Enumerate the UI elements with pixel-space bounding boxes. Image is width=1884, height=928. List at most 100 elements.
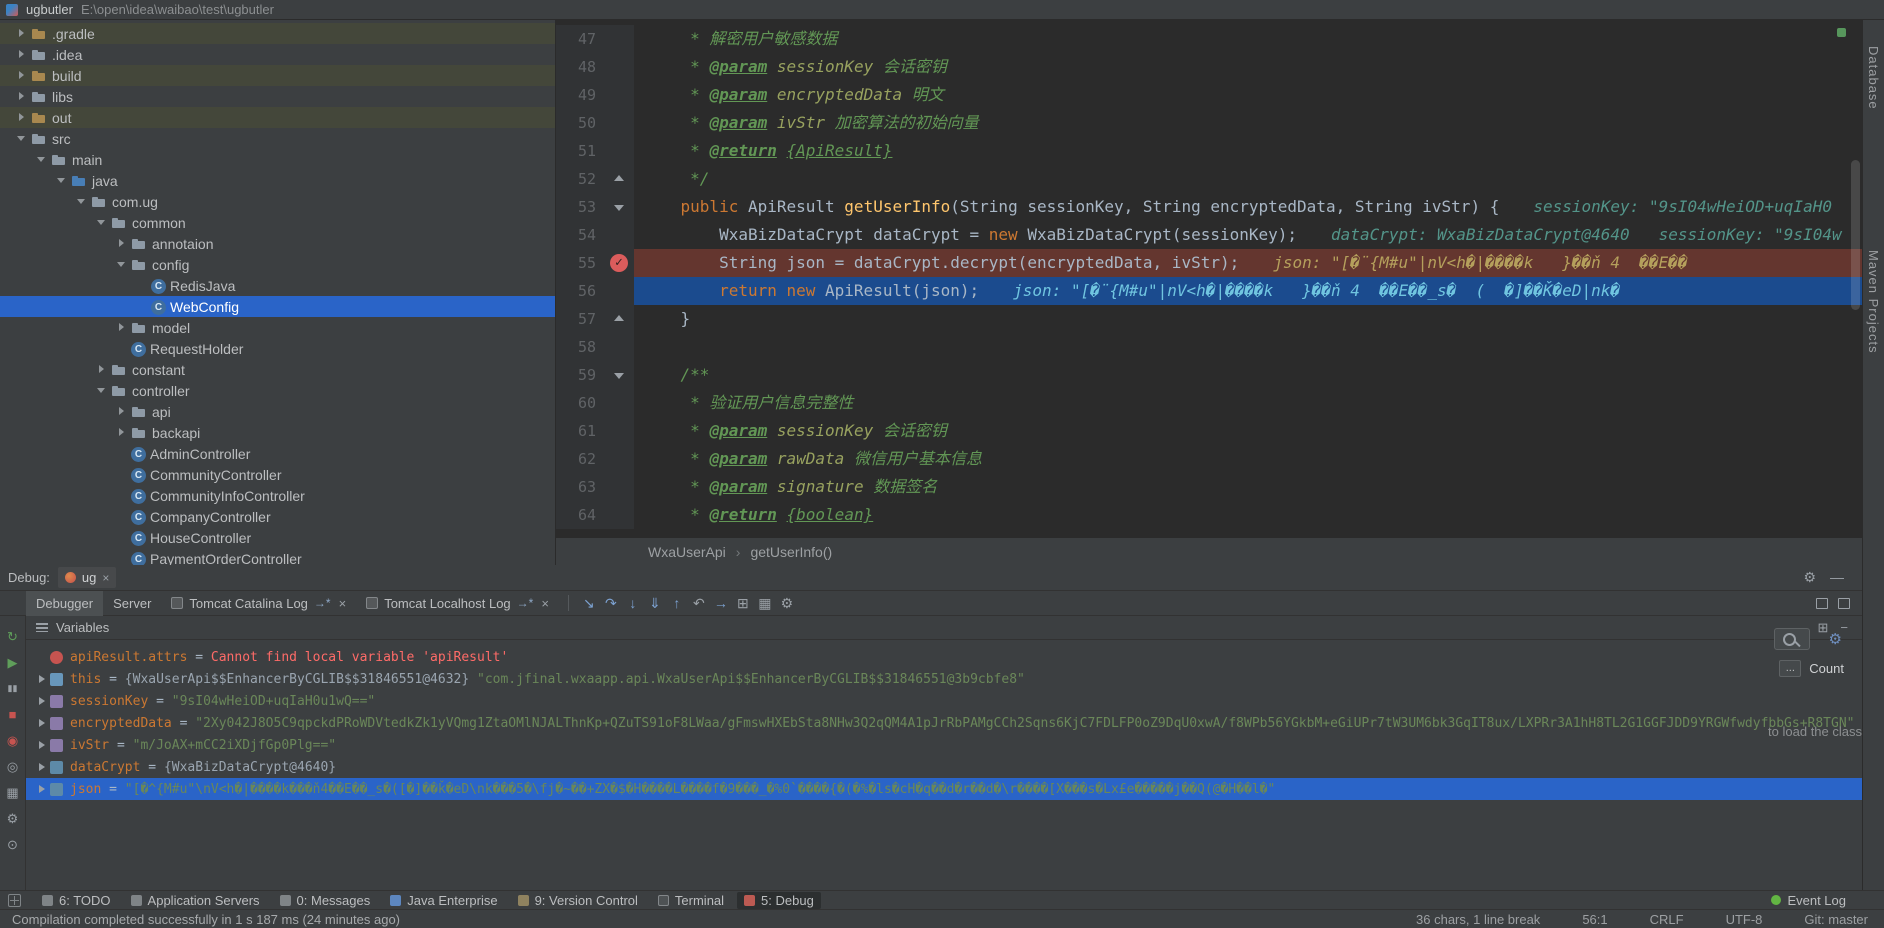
breadcrumb-class[interactable]: WxaUserApi [648, 544, 726, 560]
chevron-right-icon[interactable] [14, 26, 29, 41]
close-icon[interactable]: × [339, 596, 347, 611]
toolwindow-switcher-icon[interactable] [8, 894, 21, 907]
chevron-right-icon[interactable] [14, 89, 29, 104]
variable-row-datacrypt[interactable]: dataCrypt = {WxaBizDataCrypt@4640} [26, 756, 1862, 778]
toolwindow-button-0-messages[interactable]: 0: Messages [273, 892, 378, 909]
line-number[interactable]: 50 [556, 109, 606, 137]
line-number[interactable]: 52 [556, 165, 606, 193]
chevron-right-icon[interactable] [114, 320, 129, 335]
debug-session-tab[interactable]: ug × [58, 567, 116, 588]
line-number[interactable]: 54 [556, 221, 606, 249]
settings-icon[interactable]: ⚙ [4, 810, 22, 827]
line-number[interactable]: 51 [556, 137, 606, 165]
variable-row-apiresult-attrs[interactable]: apiResult.attrs = Cannot find local vari… [26, 646, 1862, 668]
code-line[interactable]: 52 */ [556, 165, 1862, 193]
chevron-right-icon[interactable] [14, 68, 29, 83]
line-number[interactable]: 59 [556, 361, 606, 389]
tree-item-backapi[interactable]: backapi [0, 422, 555, 443]
expand-arrow-icon[interactable] [34, 715, 50, 731]
tree-item-controller[interactable]: controller [0, 380, 555, 401]
code-line[interactable]: 57 } [556, 305, 1862, 333]
line-number[interactable]: 53 [556, 193, 606, 221]
pause-icon[interactable]: ▮▮ [4, 680, 22, 697]
expand-arrow-icon[interactable] [34, 693, 50, 709]
tab-tomcat-localhost-log[interactable]: Tomcat Localhost Log→*× [356, 591, 559, 616]
tree-item-constant[interactable]: constant [0, 359, 555, 380]
tree-item-config[interactable]: config [0, 254, 555, 275]
rerun-icon[interactable]: ↻ [4, 628, 22, 645]
code-line[interactable]: 53 public ApiResult getUserInfo(String s… [556, 193, 1862, 221]
hide-panel-icon[interactable]: — [1830, 569, 1844, 586]
breadcrumb-method[interactable]: getUserInfo() [750, 544, 832, 560]
tree-item-out[interactable]: out [0, 107, 555, 128]
line-number[interactable]: 48 [556, 53, 606, 81]
chevron-down-icon[interactable] [14, 131, 29, 146]
tree-item-paymentordercontroller[interactable]: CPaymentOrderController [0, 548, 555, 565]
tree-item-com-ug[interactable]: com.ug [0, 191, 555, 212]
tree-item-housecontroller[interactable]: CHouseController [0, 527, 555, 548]
expand-arrow-icon[interactable] [34, 759, 50, 775]
float-window-icon[interactable] [1816, 598, 1828, 609]
chevron-right-icon[interactable] [94, 362, 109, 377]
resume-icon[interactable]: ▶ [4, 654, 22, 671]
chevron-down-icon[interactable] [54, 173, 69, 188]
layout-grid-icon[interactable]: ▦ [754, 594, 776, 612]
search-field[interactable] [1774, 628, 1810, 650]
chevron-right-icon[interactable] [114, 404, 129, 419]
close-icon[interactable]: × [102, 571, 109, 585]
line-number[interactable]: 49 [556, 81, 606, 109]
toolwindow-button-9-version-control[interactable]: 9: Version Control [511, 892, 645, 909]
code-line[interactable]: 59 /** [556, 361, 1862, 389]
tree-item-idea[interactable]: .idea [0, 44, 555, 65]
code-line[interactable]: 60 * 验证用户信息完整性 [556, 389, 1862, 417]
status-item-utf-8[interactable]: UTF-8 [1726, 912, 1763, 927]
toolwindow-button-application-servers[interactable]: Application Servers [124, 892, 267, 909]
status-item-crlf[interactable]: CRLF [1650, 912, 1684, 927]
tree-item-main[interactable]: main [0, 149, 555, 170]
chevron-down-icon[interactable] [94, 383, 109, 398]
breakpoint-icon[interactable] [606, 249, 634, 277]
drop-frame-icon[interactable]: ↶ [688, 594, 710, 612]
tree-item-model[interactable]: model [0, 317, 555, 338]
tree-item-redisjava[interactable]: CRedisJava [0, 275, 555, 296]
fold-down-icon[interactable] [606, 193, 634, 221]
code-line[interactable]: 54 WxaBizDataCrypt dataCrypt = new WxaBi… [556, 221, 1862, 249]
chevron-right-icon[interactable] [14, 110, 29, 125]
line-number[interactable]: 64 [556, 501, 606, 529]
code-line[interactable]: 62 * @param rawData 微信用户基本信息 [556, 445, 1862, 473]
chevron-down-icon[interactable] [34, 152, 49, 167]
code-line[interactable]: 49 * @param encryptedData 明文 [556, 81, 1862, 109]
editor-scrollbar[interactable] [1851, 160, 1860, 310]
tab-debugger[interactable]: Debugger [26, 591, 103, 616]
gear-icon[interactable]: ⚙ [1829, 630, 1842, 648]
expand-arrow-icon[interactable] [34, 671, 50, 687]
code-line[interactable]: 61 * @param sessionKey 会话密钥 [556, 417, 1862, 445]
line-number[interactable]: 55 [556, 249, 606, 277]
expand-arrow-icon[interactable] [34, 737, 50, 753]
run-to-cursor-icon[interactable]: → [710, 594, 732, 612]
tree-item-admincontroller[interactable]: CAdminController [0, 443, 555, 464]
tree-item-libs[interactable]: libs [0, 86, 555, 107]
restore-layout-icon[interactable]: ▦ [4, 784, 22, 801]
settings-icon[interactable]: ⚙ [1803, 569, 1816, 586]
tab-server[interactable]: Server [103, 591, 161, 616]
line-number[interactable]: 47 [556, 25, 606, 53]
chevron-right-icon[interactable] [14, 47, 29, 62]
tab-tomcat-catalina-log[interactable]: Tomcat Catalina Log→*× [161, 591, 356, 616]
step-into-icon[interactable]: ↓ [622, 594, 644, 612]
tree-item-common[interactable]: common [0, 212, 555, 233]
tool-strip-tab-database[interactable]: Database [1866, 46, 1881, 110]
code-line[interactable]: 48 * @param sessionKey 会话密钥 [556, 53, 1862, 81]
status-item-36-chars-1-line-break[interactable]: 36 chars, 1 line break [1416, 912, 1540, 927]
code-line[interactable]: 58 [556, 333, 1862, 361]
tree-item-companycontroller[interactable]: CCompanyController [0, 506, 555, 527]
step-over-icon[interactable]: ↷ [600, 594, 622, 612]
code-line[interactable]: 51 * @return {ApiResult} [556, 137, 1862, 165]
code-line[interactable]: 50 * @param ivStr 加密算法的初始向量 [556, 109, 1862, 137]
variables-menu-icon[interactable] [36, 623, 48, 632]
line-number[interactable]: 62 [556, 445, 606, 473]
tool-strip-tab-maven-projects[interactable]: Maven Projects [1866, 250, 1881, 354]
force-step-into-icon[interactable]: ⇓ [644, 594, 666, 612]
variable-row-this[interactable]: this = {WxaUserApi$$EnhancerByCGLIB$$318… [26, 668, 1862, 690]
chevron-right-icon[interactable] [114, 425, 129, 440]
